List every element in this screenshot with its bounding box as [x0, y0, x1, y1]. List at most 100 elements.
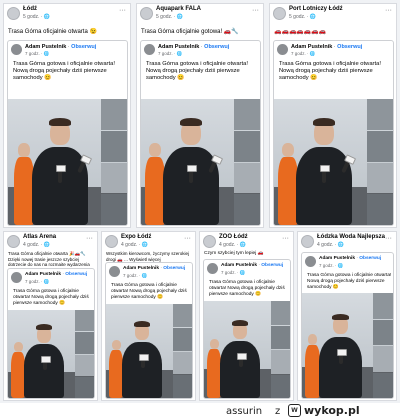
- author-line: Adam Pustelnik · Obserwuj: [25, 272, 88, 277]
- post-text: Trasa Górna gotowa i oficjalnie otwarta!…: [111, 283, 187, 300]
- shared-post: Adam Pustelnik · Obserwuj 7 godz. · 🌐 Tr…: [7, 268, 95, 399]
- more-options-icon[interactable]: ···: [385, 7, 392, 14]
- post-card: Aquapark FALA 5 godz. · 🌐 ··· Trasa Górn…: [136, 3, 264, 228]
- shared-post: Adam Pustelnik · Obserwuj 7 godz. · 🌐 Tr…: [7, 40, 128, 226]
- share-text: Wszystkim kierowcom, życzymy szerokiej d…: [106, 251, 190, 262]
- page-name[interactable]: Łódź: [23, 6, 37, 12]
- page-avatar[interactable]: [7, 235, 20, 248]
- page-name[interactable]: Atlas Arena: [23, 234, 56, 240]
- page-name[interactable]: ZOO Łódź: [219, 234, 248, 240]
- page-avatar[interactable]: [273, 7, 286, 20]
- page-name[interactable]: Aquapark FALA: [156, 6, 201, 12]
- post-time: 4 godz. · 🌐: [219, 242, 247, 248]
- post-time: 5 godz. · 🌐: [23, 14, 51, 20]
- author-name[interactable]: Adam Pustelnik: [25, 272, 61, 277]
- author-avatar[interactable]: [11, 44, 22, 55]
- page-name[interactable]: Port Lotniczy Łódź: [289, 6, 343, 12]
- author-name[interactable]: Adam Pustelnik: [123, 266, 159, 271]
- author-avatar[interactable]: [207, 263, 218, 274]
- post-text: Trasa Górna gotowa i oficjalnie otwarta!…: [209, 280, 285, 297]
- shared-post: Adam Pustelnik · Obserwuj 7 godz. · 🌐 Tr…: [301, 252, 394, 399]
- more-options-icon[interactable]: ···: [119, 7, 126, 14]
- page-avatar[interactable]: [203, 235, 216, 248]
- page-avatar[interactable]: [301, 235, 314, 248]
- more-options-icon[interactable]: ···: [252, 7, 259, 14]
- post-card: Atlas Arena 4 godz. · 🌐 ··· Trasa Górna …: [3, 231, 98, 401]
- watermark-bar: assurin z w wykop.pl: [0, 403, 400, 420]
- author-avatar[interactable]: [109, 266, 120, 277]
- author-time: 7 godz. · 🌐: [221, 270, 246, 275]
- more-options-icon[interactable]: ···: [385, 235, 392, 242]
- more-options-icon[interactable]: ···: [86, 235, 93, 242]
- post-card: Łódź 5 godz. · 🌐 ··· Trasa Górna oficjal…: [3, 3, 131, 228]
- page-name[interactable]: Łódzka Woda Najlepsza: [317, 234, 385, 240]
- shared-post: Adam Pustelnik · Obserwuj 7 godz. · 🌐 Tr…: [203, 259, 291, 399]
- more-options-icon[interactable]: ···: [282, 235, 289, 242]
- post-photo[interactable]: [8, 310, 94, 398]
- author-avatar[interactable]: [11, 272, 22, 283]
- author-time: 7 godz. · 🌐: [319, 263, 344, 268]
- post-time: 5 godz. · 🌐: [289, 14, 317, 20]
- follow-button[interactable]: Obserwuj: [337, 44, 362, 50]
- post-photo[interactable]: [8, 99, 127, 225]
- shared-post: Adam Pustelnik · Obserwuj 7 godz. · 🌐 Tr…: [273, 40, 394, 226]
- post-time: 4 godz. · 🌐: [317, 242, 345, 248]
- follow-button[interactable]: Obserwuj: [65, 272, 87, 277]
- author-time: 7 godz. · 🌐: [158, 51, 183, 56]
- post-text: Trasa Górna gotowa i oficjalnie otwarta!…: [13, 61, 115, 81]
- post-header: Łódzka Woda Najlepsza 4 godz. · 🌐 ···: [298, 232, 396, 254]
- author-avatar[interactable]: [144, 44, 155, 55]
- author-line: Adam Pustelnik · Obserwuj: [291, 44, 363, 50]
- post-time: 4 godz. · 🌐: [121, 242, 149, 248]
- post-photo[interactable]: [274, 99, 393, 225]
- post-card: ZOO Łódź 4 godz. · 🌐 ··· Czym szybciej t…: [199, 231, 294, 401]
- post-photo[interactable]: [106, 304, 192, 398]
- page-avatar[interactable]: [105, 235, 118, 248]
- more-options-icon[interactable]: ···: [184, 235, 191, 242]
- author-name[interactable]: Adam Pustelnik: [221, 263, 257, 268]
- post-text: Trasa Górna gotowa i oficjalnie otwarta!…: [146, 61, 248, 81]
- author-avatar[interactable]: [305, 256, 316, 267]
- page-avatar[interactable]: [7, 7, 20, 20]
- post-time: 5 godz. · 🌐: [156, 14, 184, 20]
- author-line: Adam Pustelnik · Obserwuj: [123, 266, 186, 271]
- author-avatar[interactable]: [277, 44, 288, 55]
- post-text: Trasa Górna gotowa i oficjalnie otwarta!…: [13, 289, 89, 306]
- shared-post: Adam Pustelnik · Obserwuj 7 godz. · 🌐 Tr…: [105, 262, 193, 399]
- page-avatar[interactable]: [140, 7, 153, 20]
- page-name[interactable]: Expo Łódź: [121, 234, 151, 240]
- author-line: Adam Pustelnik · Obserwuj: [221, 263, 284, 268]
- wykop-logo-icon: w: [288, 404, 301, 417]
- post-header: Port Lotniczy Łódź 5 godz. · 🌐 ···: [270, 4, 396, 26]
- post-photo[interactable]: [204, 301, 290, 398]
- author-name[interactable]: Adam Pustelnik: [25, 44, 66, 50]
- follow-button[interactable]: Obserwuj: [261, 263, 283, 268]
- post-text: Trasa Górna gotowa i oficjalnie otwarta!…: [279, 61, 381, 81]
- follow-button[interactable]: Obserwuj: [204, 44, 229, 50]
- author-line: Adam Pustelnik · Obserwuj: [319, 256, 382, 261]
- author-name[interactable]: Adam Pustelnik: [291, 44, 332, 50]
- author-time: 7 godz. · 🌐: [123, 273, 148, 278]
- post-photo[interactable]: [302, 293, 393, 398]
- follow-button[interactable]: Obserwuj: [71, 44, 96, 50]
- author-time: 7 godz. · 🌐: [291, 51, 316, 56]
- post-header: Łódź 5 godz. · 🌐 ···: [4, 4, 130, 26]
- author-name[interactable]: Adam Pustelnik: [158, 44, 199, 50]
- post-photo[interactable]: [141, 99, 260, 225]
- share-text: Czym szybciej tym lepiej 🚗: [204, 251, 264, 256]
- author-time: 7 godz. · 🌐: [25, 279, 50, 284]
- watermark-site: wykop.pl: [304, 404, 360, 417]
- watermark-z: z: [275, 406, 281, 417]
- follow-button[interactable]: Obserwuj: [163, 266, 185, 271]
- post-card: Łódzka Woda Najlepsza 4 godz. · 🌐 ··· Ad…: [297, 231, 397, 401]
- post-text: Trasa Górna gotowa i oficjalnie otwarta!…: [307, 273, 392, 290]
- author-name[interactable]: Adam Pustelnik: [319, 256, 355, 261]
- share-text: Trasa Górna oficjalnie otwarta 😉: [8, 29, 97, 35]
- watermark-user: assurin: [226, 406, 263, 417]
- follow-button[interactable]: Obserwuj: [359, 256, 381, 261]
- author-time: 7 godz. · 🌐: [25, 51, 50, 56]
- author-line: Adam Pustelnik · Obserwuj: [25, 44, 97, 50]
- post-card: Port Lotniczy Łódź 5 godz. · 🌐 ··· 🚗🚗🚗🚗🚗…: [269, 3, 397, 228]
- shared-post: Adam Pustelnik · Obserwuj 7 godz. · 🌐 Tr…: [140, 40, 261, 226]
- post-header: Aquapark FALA 5 godz. · 🌐 ···: [137, 4, 263, 26]
